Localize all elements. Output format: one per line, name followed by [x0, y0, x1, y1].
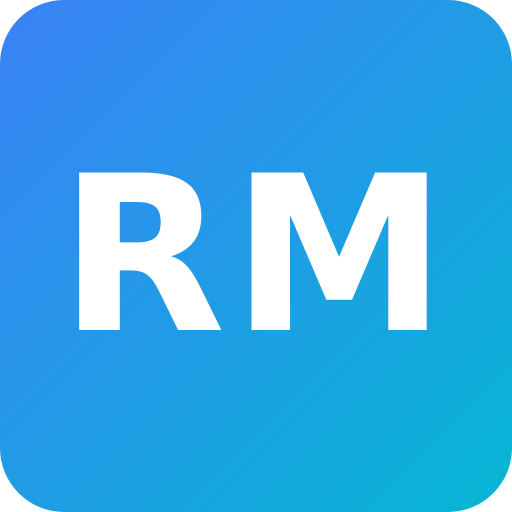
- monogram-text: RM: [59, 130, 453, 381]
- app-icon: RM: [0, 0, 512, 512]
